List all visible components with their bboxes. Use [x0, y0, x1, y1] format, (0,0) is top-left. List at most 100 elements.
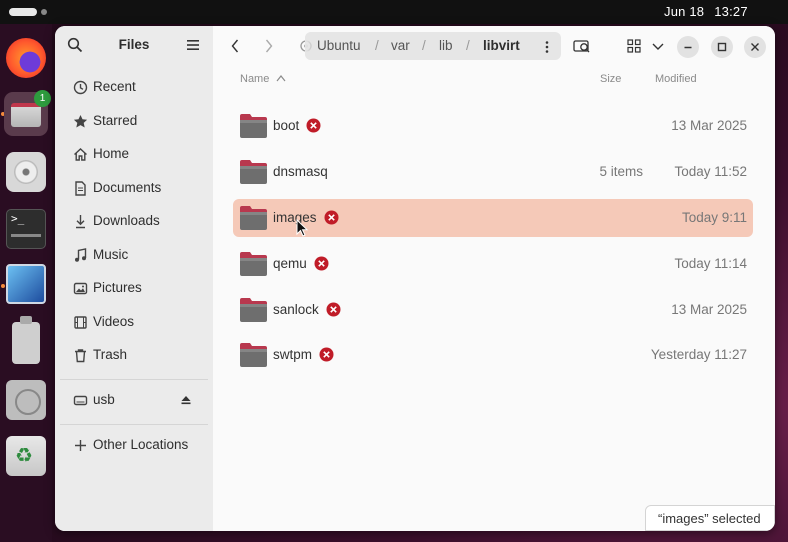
mouse-cursor-icon	[296, 219, 308, 237]
video-icon	[74, 316, 87, 329]
path-segment-ubuntu[interactable]: Ubuntu	[317, 38, 361, 53]
file-row[interactable]: swtpm Yesterday 11:27	[233, 336, 753, 374]
chevron-down-icon[interactable]	[647, 35, 669, 57]
sidebar-item-usb[interactable]: usb	[60, 385, 208, 415]
column-header-modified[interactable]: Modified	[655, 73, 697, 85]
path-segment-lib[interactable]: lib	[439, 38, 453, 53]
sidebar-item-trash[interactable]: Trash	[60, 340, 208, 370]
file-modified: 13 Mar 2025	[671, 118, 747, 133]
sidebar-item-label: Home	[93, 146, 130, 161]
file-row[interactable]: qemu Today 11:14	[233, 245, 753, 283]
minimize-button[interactable]	[677, 36, 699, 58]
sidebar-item-documents[interactable]: Documents	[60, 173, 208, 203]
sidebar-item-other-locations[interactable]: Other Locations	[60, 430, 208, 460]
sidebar-item-label: usb	[93, 392, 115, 407]
document-icon	[75, 181, 86, 196]
column-header-label: Name	[240, 73, 270, 85]
terminal-icon[interactable]: >_	[6, 209, 46, 249]
close-button[interactable]	[744, 36, 766, 58]
maximize-button[interactable]	[711, 36, 733, 58]
folder-icon	[11, 103, 41, 127]
path-separator: /	[422, 38, 426, 53]
close-icon	[751, 43, 759, 51]
file-name: swtpm	[273, 347, 313, 362]
sidebar-item-starred[interactable]: Starred	[60, 106, 208, 136]
hamburger-menu-icon[interactable]	[186, 38, 200, 52]
file-name: dnsmasq	[273, 164, 328, 179]
unreadable-emblem-icon	[306, 118, 321, 133]
disk-icon[interactable]	[6, 152, 46, 192]
sidebar-item-label: Videos	[93, 314, 135, 329]
sidebar-item-home[interactable]: Home	[60, 139, 208, 169]
sidebar-item-music[interactable]: Music	[60, 240, 208, 270]
file-name: sanlock	[273, 302, 319, 317]
search-folder-icon[interactable]	[571, 35, 593, 57]
virtualbox-icon[interactable]	[6, 264, 46, 304]
column-header-size[interactable]: Size	[600, 73, 621, 85]
sidebar-item-downloads[interactable]: Downloads	[60, 206, 208, 236]
folder-icon	[240, 206, 267, 230]
notification-badge: 1	[34, 90, 51, 107]
sidebar-item-label: Trash	[93, 347, 128, 362]
home-icon	[74, 148, 87, 161]
drive-icon	[73, 395, 88, 406]
folder-icon	[240, 252, 267, 276]
status-bar: “images” selected	[645, 505, 775, 531]
running-indicator	[1, 284, 5, 288]
clock-date: Jun 18	[664, 4, 705, 19]
clock-icon	[73, 80, 88, 95]
sidebar-item-videos[interactable]: Videos	[60, 307, 208, 337]
download-icon	[76, 215, 85, 229]
unreadable-emblem-icon	[324, 210, 339, 225]
sidebar-item-label: Other Locations	[93, 437, 189, 452]
usb-drive-icon[interactable]	[12, 316, 40, 364]
firefox-icon[interactable]	[6, 38, 46, 78]
file-modified: 13 Mar 2025	[671, 302, 747, 317]
sidebar-item-label: Pictures	[93, 280, 142, 295]
file-row[interactable]: sanlock 13 Mar 2025	[233, 291, 753, 329]
dock: 1 >_	[0, 24, 52, 542]
sidebar-header: Files	[55, 26, 213, 66]
sidebar-item-label: Recent	[93, 79, 136, 94]
folder-icon	[240, 298, 267, 322]
sidebar: Files Recent Starred Home Documents Down…	[55, 26, 213, 531]
file-modified: Today 9:11	[681, 210, 747, 225]
path-segment-libvirt[interactable]: libvirt	[483, 38, 520, 53]
file-name: qemu	[273, 256, 307, 271]
picture-icon	[73, 282, 88, 295]
file-row[interactable]: dnsmasq 5 items Today 11:52	[233, 153, 753, 191]
clock-time: 13:27	[714, 4, 748, 19]
music-icon	[75, 248, 87, 262]
files-window: Files Recent Starred Home Documents Down…	[55, 26, 775, 531]
trash-recycle-icon[interactable]	[6, 436, 46, 476]
column-header-name[interactable]: Name	[240, 73, 286, 85]
file-size: 5 items	[599, 164, 643, 179]
star-icon	[73, 115, 88, 128]
sidebar-item-label: Music	[93, 247, 129, 262]
path-bar[interactable]: Ubuntu / var / lib / libvirt	[300, 32, 561, 60]
folder-icon	[240, 160, 267, 184]
grid-view-icon[interactable]	[623, 35, 645, 57]
maximize-icon	[717, 42, 727, 52]
file-row[interactable]: images Today 9:11	[233, 199, 753, 237]
sidebar-item-label: Documents	[93, 180, 162, 195]
activities-indicator[interactable]	[9, 8, 47, 16]
sidebar-item-recent[interactable]: Recent	[60, 72, 208, 102]
clock[interactable]: Jun 18 13:27	[664, 4, 758, 19]
sidebar-item-pictures[interactable]: Pictures	[60, 273, 208, 303]
path-separator: /	[466, 38, 470, 53]
back-icon[interactable]	[225, 36, 245, 56]
forward-icon[interactable]	[259, 36, 279, 56]
file-modified: Yesterday 11:27	[650, 347, 747, 362]
path-segment-var[interactable]: var	[391, 38, 410, 53]
sidebar-item-label: Starred	[93, 113, 138, 128]
more-options-icon[interactable]	[541, 40, 553, 54]
unreadable-emblem-icon	[326, 302, 341, 317]
files-icon[interactable]: 1	[4, 90, 51, 136]
file-row[interactable]: boot 13 Mar 2025	[233, 107, 753, 145]
top-bar: Jun 18 13:27	[0, 0, 788, 24]
optical-drive-icon[interactable]	[6, 380, 46, 420]
eject-icon[interactable]	[180, 394, 192, 406]
unreadable-emblem-icon	[319, 347, 334, 362]
file-modified: Today 11:52	[674, 164, 747, 179]
